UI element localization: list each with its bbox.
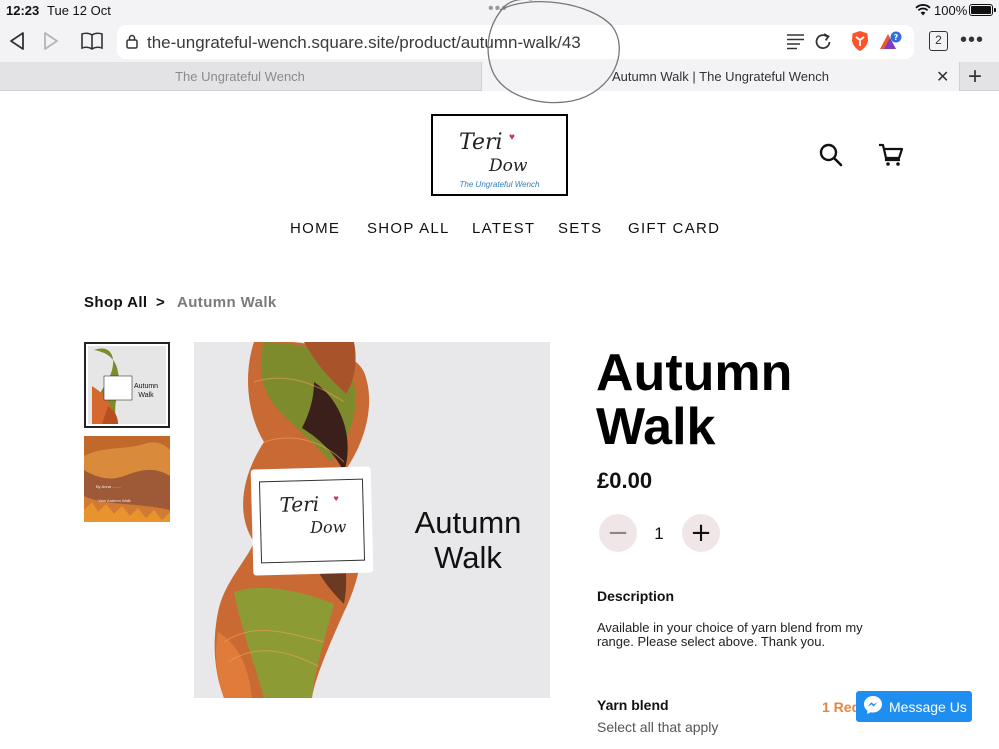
browser-toolbar: the-ungrateful-wench.square.site/product…: [0, 22, 999, 62]
tab-switcher-button[interactable]: 2: [929, 31, 948, 51]
wifi-icon: [915, 3, 931, 19]
nav-home[interactable]: HOME: [290, 220, 340, 237]
lock-icon: [126, 34, 138, 54]
plus-icon[interactable]: +: [968, 63, 982, 91]
message-us-button[interactable]: Message Us: [856, 691, 972, 722]
yarn-label-card: Teri ♥ Dow: [250, 466, 374, 576]
status-bar: 12:23 Tue 12 Oct ••• 100%: [0, 0, 999, 22]
search-icon[interactable]: [818, 142, 844, 173]
url-text[interactable]: the-ungrateful-wench.square.site/product…: [147, 33, 581, 53]
forward-icon[interactable]: [42, 31, 60, 51]
main-product-image: Teri ♥ Dow Autumn Walk: [194, 342, 550, 698]
status-date: Tue 12 Oct: [47, 3, 111, 18]
messenger-icon: [863, 695, 883, 718]
product-thumbnail-2[interactable]: By Anna ........ Yarn Autumn Walk: [84, 436, 170, 522]
svg-text:Yarn Autumn Walk: Yarn Autumn Walk: [98, 498, 131, 503]
heart-icon: ♥: [509, 132, 515, 143]
breadcrumb-shop-all[interactable]: Shop All: [84, 294, 147, 311]
option-hint: Select all that apply: [597, 719, 719, 735]
reload-icon[interactable]: [814, 32, 832, 51]
label-line2: Dow: [309, 517, 347, 538]
address-bar[interactable]: the-ungrateful-wench.square.site/product…: [117, 25, 914, 59]
brave-shield-icon[interactable]: [850, 30, 870, 52]
required-badge: 1 Req: [822, 699, 861, 715]
nav-gift-card[interactable]: GIFT CARD: [628, 220, 720, 237]
tab-strip: The Ungrateful Wench Autumn Walk | The U…: [0, 62, 999, 91]
product-title: Autumn Walk: [596, 344, 793, 456]
logo-tagline: The Ungrateful Wench: [459, 180, 540, 189]
svg-text:?: ?: [894, 33, 899, 42]
status-time: 12:23: [6, 3, 40, 18]
nav-shop-all[interactable]: SHOP ALL: [367, 220, 450, 237]
nav-sets[interactable]: SETS: [558, 220, 602, 237]
svg-text:By Anna ........: By Anna ........: [96, 484, 121, 489]
battery-percent: 100%: [934, 3, 968, 18]
battery-icon: [969, 4, 996, 16]
more-icon[interactable]: •••: [960, 29, 984, 52]
description-heading: Description: [597, 588, 675, 604]
tab-home[interactable]: The Ungrateful Wench: [0, 62, 480, 91]
nav-latest[interactable]: LATEST: [472, 220, 535, 237]
reader-icon[interactable]: [786, 33, 805, 50]
multitasking-dots-icon[interactable]: •••: [488, 1, 508, 17]
logo-line1: Teri: [459, 130, 503, 155]
message-us-label: Message Us: [889, 698, 967, 715]
option-heading: Yarn blend: [597, 697, 669, 713]
site-logo[interactable]: Teri ♥ Dow The Ungrateful Wench: [431, 114, 568, 196]
svg-text:Autumn: Autumn: [134, 383, 158, 390]
label-line1: Teri: [279, 491, 320, 517]
cart-icon[interactable]: [878, 143, 904, 172]
bookmarks-icon[interactable]: [80, 32, 104, 50]
main-nav: HOME SHOP ALL LATEST SETS GIFT CARD: [0, 220, 999, 240]
breadcrumb-separator: >: [156, 294, 166, 311]
tab-product[interactable]: Autumn Walk | The Ungrateful Wench: [481, 62, 960, 91]
quantity-value[interactable]: 1: [648, 524, 670, 544]
svg-text:Walk: Walk: [138, 392, 154, 399]
product-price: £0.00: [597, 468, 653, 493]
description-text: Available in your choice of yarn blend f…: [597, 620, 863, 649]
quantity-decrease-button[interactable]: −: [599, 514, 637, 552]
brave-rewards-icon[interactable]: ?: [878, 31, 902, 51]
product-thumbnail-1[interactable]: Autumn Walk: [84, 342, 170, 428]
logo-line2: Dow: [489, 156, 528, 176]
breadcrumb-current: Autumn Walk: [177, 294, 277, 311]
close-icon[interactable]: ✕: [936, 67, 949, 87]
heart-icon: ♥: [333, 493, 339, 504]
quantity-increase-button[interactable]: +: [682, 514, 720, 552]
back-icon[interactable]: [8, 31, 26, 51]
photo-caption: Autumn Walk: [414, 505, 522, 575]
